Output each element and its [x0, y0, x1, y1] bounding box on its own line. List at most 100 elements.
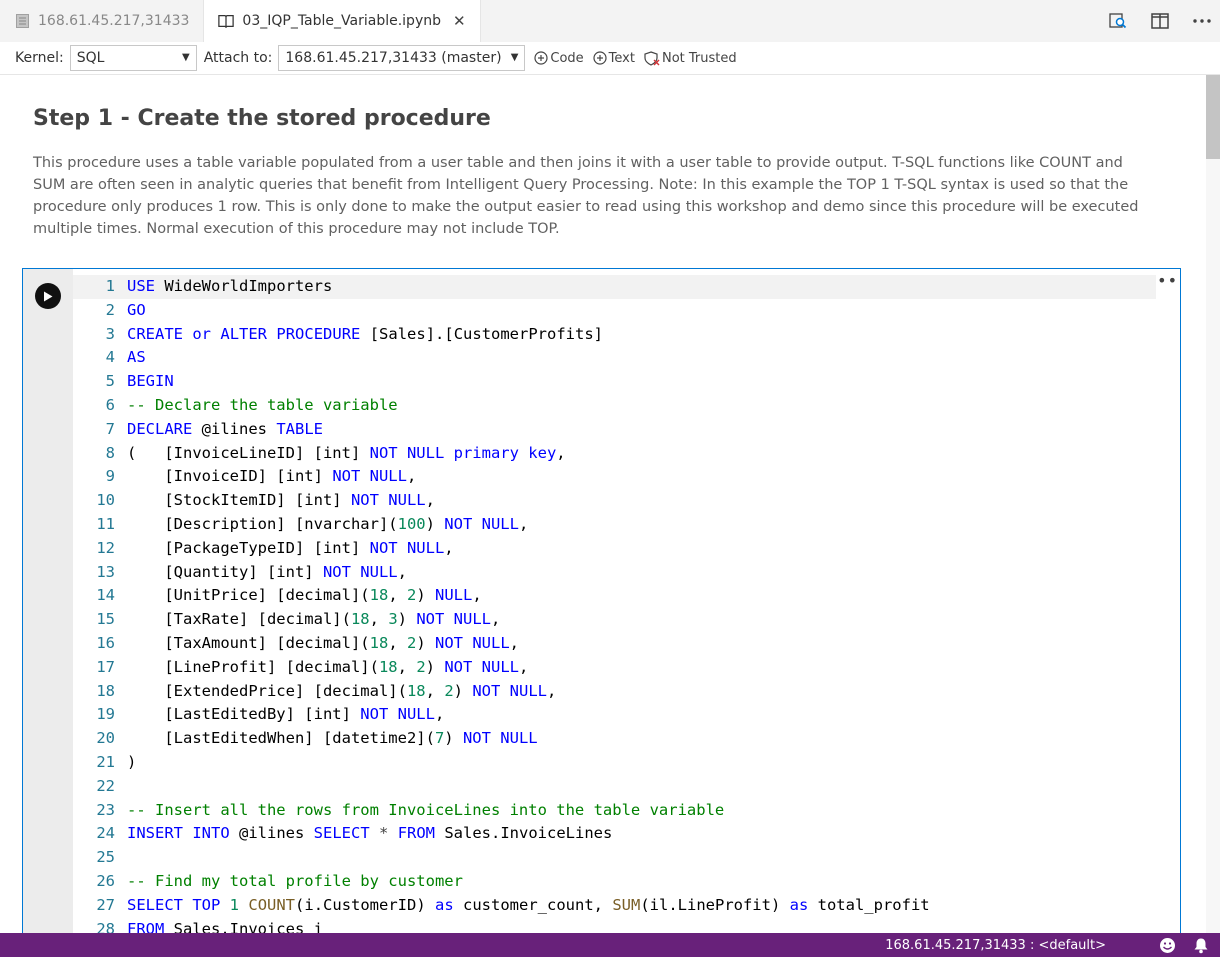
code-token: ) — [416, 586, 435, 605]
add-text-label: Text — [608, 50, 635, 66]
add-text-button[interactable]: Text — [593, 51, 635, 66]
line-number: 26 — [96, 871, 115, 890]
code-token: -- Insert all the rows from InvoiceLines… — [127, 800, 725, 819]
code-token: NOT NULL — [472, 681, 547, 700]
vertical-scrollbar-thumb[interactable] — [1206, 75, 1220, 159]
trust-button[interactable]: Not Trusted — [644, 51, 737, 66]
code-token: ) — [416, 633, 435, 652]
kernel-select[interactable]: SQL ▼ — [69, 45, 197, 71]
code-token: 18 — [406, 681, 426, 700]
code-line[interactable]: 27 SELECT TOP 1 COUNT(i.CustomerID) as cu… — [73, 894, 1156, 918]
code-token: [InvoiceID] [int] — [127, 467, 333, 486]
code-token: [PackageTypeID] [int] — [127, 538, 370, 557]
attach-select[interactable]: 168.61.45.217,31433 (master) ▼ — [278, 45, 526, 71]
code-token: , — [546, 681, 557, 700]
code-token: NOT NULL — [435, 633, 510, 652]
code-line[interactable]: 23 -- Insert all the rows from InvoiceLin… — [73, 799, 1156, 823]
code-line[interactable]: 12 [PackageTypeID] [int] NOT NULL, — [73, 537, 1156, 561]
code-token: , — [472, 586, 482, 605]
code-cell[interactable]: ••• 1 USE WideWorldImporters 2 GO 3 CREATE or… — [22, 268, 1181, 948]
code-token: NOT NULL — [416, 610, 491, 629]
code-line[interactable]: 6 -- Declare the table variable — [73, 394, 1156, 418]
code-line[interactable]: 5 BEGIN — [73, 370, 1156, 394]
code-text: [LineProfit] [decimal](18, 2) NOT NULL, — [127, 656, 528, 680]
code-token: [LastEditedWhen] [datetime2]( — [127, 729, 435, 748]
code-editor[interactable]: 1 USE WideWorldImporters 2 GO 3 CREATE or ALT… — [73, 275, 1156, 941]
code-line[interactable]: 26 -- Find my total profile by customer — [73, 870, 1156, 894]
code-line[interactable]: 11 [Description] [nvarchar](100) NOT NUL… — [73, 513, 1156, 537]
code-token: (i.CustomerID) — [295, 895, 436, 914]
line-number: 13 — [96, 562, 115, 581]
code-token: , — [434, 705, 445, 724]
code-line[interactable]: 22 — [73, 775, 1156, 799]
close-icon[interactable]: ✕ — [453, 12, 466, 30]
code-line[interactable]: 19 [LastEditedBy] [int] NOT NULL, — [73, 703, 1156, 727]
code-token: 2 — [406, 586, 417, 605]
cell-gutter — [23, 269, 73, 948]
code-line[interactable]: 3 CREATE or ALTER PROCEDURE [Sales].[Cust… — [73, 323, 1156, 347]
more-actions-icon[interactable] — [1192, 11, 1212, 31]
vertical-scrollbar-track[interactable] — [1206, 75, 1220, 933]
line-number: 25 — [96, 848, 115, 867]
code-token: 18 — [350, 610, 370, 629]
code-text: AS — [127, 346, 146, 370]
code-line[interactable]: 25 — [73, 846, 1156, 870]
code-token: total_profit — [808, 895, 930, 914]
line-number: 5 — [105, 372, 115, 391]
code-line[interactable]: 4 AS — [73, 346, 1156, 370]
code-token: @ilines — [192, 419, 277, 438]
bell-icon[interactable] — [1192, 936, 1210, 954]
line-number: 1 — [105, 277, 115, 295]
shield-x-icon — [644, 51, 660, 66]
code-line[interactable]: 17 [LineProfit] [decimal](18, 2) NOT NUL… — [73, 656, 1156, 680]
line-number: 2 — [105, 300, 115, 319]
find-icon[interactable] — [1108, 11, 1128, 31]
code-line[interactable]: 18 [ExtendedPrice] [decimal](18, 2) NOT … — [73, 680, 1156, 704]
code-line[interactable]: 20 [LastEditedWhen] [datetime2](7) NOT N… — [73, 727, 1156, 751]
code-line[interactable]: 9 [InvoiceID] [int] NOT NULL, — [73, 465, 1156, 489]
code-token: BEGIN — [127, 372, 174, 391]
code-token: [ExtendedPrice] [decimal]( — [127, 681, 407, 700]
attach-value: 168.61.45.217,31433 (master) — [285, 50, 502, 66]
code-line[interactable]: 2 GO — [73, 299, 1156, 323]
code-text: INSERT INTO @ilines SELECT * FROM Sales.… — [127, 822, 612, 846]
connection-status[interactable]: 168.61.45.217,31433 : <default> — [885, 938, 1106, 953]
code-token: , — [388, 633, 407, 652]
add-code-button[interactable]: Code — [534, 51, 584, 66]
code-token: , — [406, 467, 417, 486]
line-number: 4 — [105, 348, 115, 367]
run-cell-button[interactable] — [35, 283, 61, 309]
code-token: 2 — [444, 681, 454, 700]
code-line[interactable]: 7 DECLARE @ilines TABLE — [73, 418, 1156, 442]
code-line[interactable]: 16 [TaxAmount] [decimal](18, 2) NOT NULL… — [73, 632, 1156, 656]
code-line[interactable]: 15 [TaxRate] [decimal](18, 3) NOT NULL, — [73, 608, 1156, 632]
kernel-value: SQL — [76, 50, 105, 66]
code-line[interactable]: 13 [Quantity] [int] NOT NULL, — [73, 561, 1156, 585]
code-token: AS — [127, 348, 146, 367]
tab-notebook[interactable]: 03_IQP_Table_Variable.ipynb ✕ — [204, 0, 481, 42]
code-token: [LineProfit] [decimal]( — [127, 657, 379, 676]
chevron-down-icon: ▼ — [510, 52, 519, 63]
code-line[interactable]: 24 INSERT INTO @ilines SELECT * FROM Sale… — [73, 822, 1156, 846]
notebook-toolbar: Kernel: SQL ▼ Attach to: 168.61.45.217,3… — [0, 42, 1220, 75]
code-line[interactable]: 10 [StockItemID] [int] NOT NULL, — [73, 489, 1156, 513]
line-number: 22 — [96, 776, 115, 795]
markdown-paragraph: This procedure uses a table variable pop… — [33, 155, 1139, 237]
tab-server[interactable]: 168.61.45.217,31433 — [0, 0, 205, 42]
split-editor-icon[interactable] — [1150, 11, 1170, 31]
code-line[interactable]: 14 [UnitPrice] [decimal](18, 2) NULL, — [73, 584, 1156, 608]
code-token: SUM — [612, 895, 641, 914]
code-text: [UnitPrice] [decimal](18, 2) NULL, — [127, 584, 482, 608]
code-line[interactable]: 8 ( [InvoiceLineID] [int] NOT NULL primar… — [73, 442, 1156, 466]
smiley-icon[interactable] — [1158, 936, 1176, 954]
code-line[interactable]: 21) — [73, 751, 1156, 775]
code-token: ) — [127, 752, 137, 771]
tab-label: 168.61.45.217,31433 — [38, 13, 190, 29]
code-line[interactable]: 1 USE WideWorldImporters — [73, 275, 1156, 299]
code-token: , — [518, 657, 529, 676]
chevron-down-icon: ▼ — [182, 52, 190, 63]
notebook-icon — [218, 13, 235, 29]
